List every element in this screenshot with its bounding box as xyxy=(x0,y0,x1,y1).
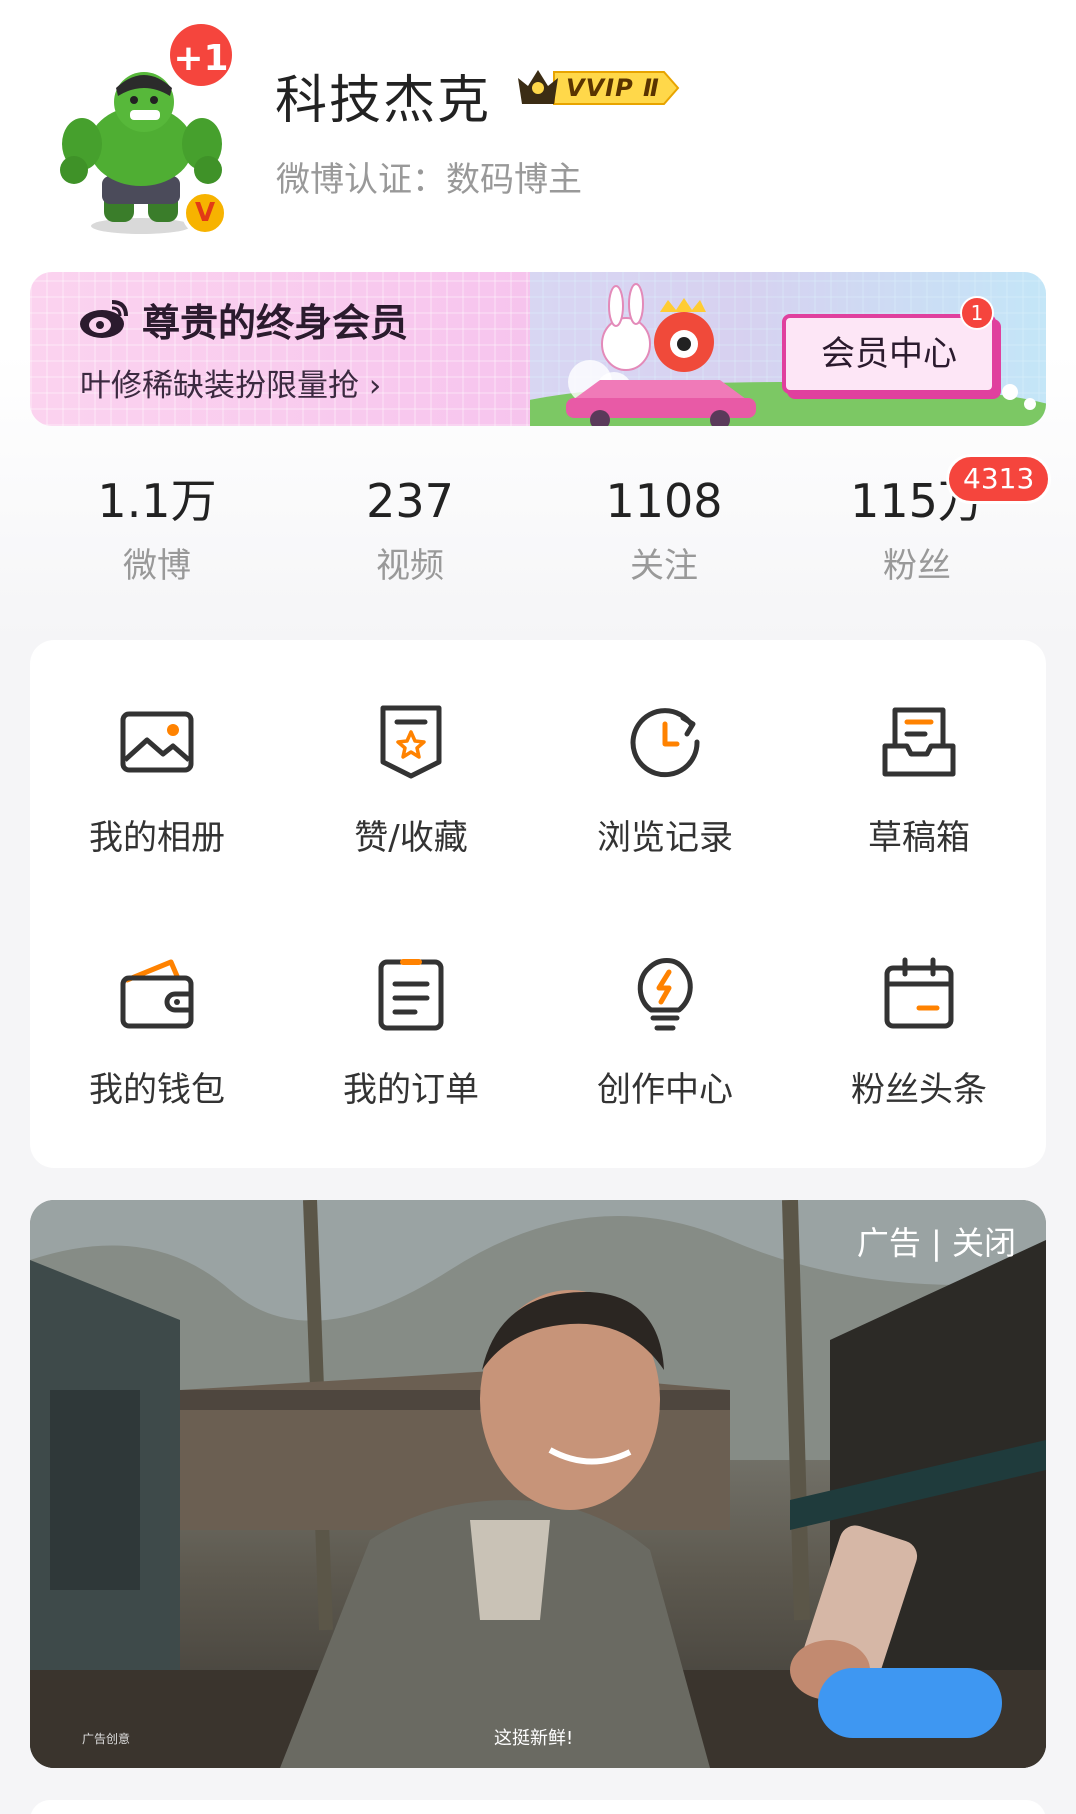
vvip-badge[interactable]: VVIP Ⅱ xyxy=(514,64,682,112)
member-center-badge: 1 xyxy=(960,296,994,330)
ad-close-button[interactable]: 广告 | 关闭 xyxy=(857,1218,1016,1264)
next-card-edge xyxy=(30,1800,1046,1814)
tool-label: 粉丝头条 xyxy=(851,1070,987,1110)
ad-caption: 这挺新鲜! xyxy=(494,1728,574,1749)
tool-history[interactable]: 浏览记录 xyxy=(538,640,792,860)
history-clock-icon xyxy=(625,702,705,782)
vvip-label: VVIP Ⅱ xyxy=(566,74,660,102)
username[interactable]: 科技杰克 xyxy=(275,58,491,133)
tool-my-album[interactable]: 我的相册 xyxy=(30,640,284,860)
stat-weibo[interactable]: 1.1万 微博 xyxy=(47,470,267,587)
tool-label: 草稿箱 xyxy=(868,818,970,858)
notification-badge[interactable]: +1 xyxy=(166,20,236,90)
member-center-button[interactable]: 会员中心 xyxy=(782,314,996,394)
tool-label: 赞/收藏 xyxy=(354,818,468,858)
member-banner[interactable]: 尊贵的终身会员 叶修稀缺装扮限量抢 › 会员中心 xyxy=(30,272,1046,426)
profile-header: +1 V 科技杰克 VVIP Ⅱ 微博认证：数码博主 xyxy=(0,0,1076,260)
tool-creator-center[interactable]: 创作中心 xyxy=(538,892,792,1112)
stat-label: 微博 xyxy=(123,546,191,586)
stat-label: 视频 xyxy=(376,546,444,586)
drafts-tray-icon xyxy=(879,702,959,782)
tool-label: 我的相册 xyxy=(89,818,225,858)
photo-album-icon xyxy=(117,702,197,782)
tool-drafts[interactable]: 草稿箱 xyxy=(792,640,1046,860)
weibo-logo-icon xyxy=(80,300,128,338)
banner-subtitle[interactable]: 叶修稀缺装扮限量抢 › xyxy=(80,360,381,405)
stat-value: 1.1万 xyxy=(97,474,217,528)
favorites-icon xyxy=(371,702,451,782)
verified-badge: V xyxy=(182,190,228,236)
stat-value: 1108 xyxy=(605,474,723,528)
verification-text: 微博认证：数码博主 xyxy=(276,160,582,200)
calendar-icon xyxy=(879,954,959,1034)
ad-card[interactable]: 广告 | 关闭 广告创意 这挺新鲜! xyxy=(30,1200,1046,1768)
banner-title: 尊贵的终身会员 xyxy=(142,301,409,345)
fans-count-badge: 4313 xyxy=(946,454,1052,504)
ad-tag: 广告创意 xyxy=(82,1732,131,1746)
stats-row: 1.1万 微博 237 视频 1108 关注 115万 粉丝 xyxy=(0,470,1076,600)
stat-label: 粉丝 xyxy=(883,546,951,586)
tool-favorites[interactable]: 赞/收藏 xyxy=(284,640,538,860)
tool-orders[interactable]: 我的订单 xyxy=(284,892,538,1112)
order-list-icon xyxy=(371,954,451,1034)
stat-value: 237 xyxy=(366,474,454,528)
tool-wallet[interactable]: 我的钱包 xyxy=(30,892,284,1112)
ad-action-button[interactable] xyxy=(818,1668,1002,1738)
tool-fans-headline[interactable]: 粉丝头条 xyxy=(792,892,1046,1112)
stat-following[interactable]: 1108 关注 xyxy=(554,470,774,587)
tool-label: 我的订单 xyxy=(343,1070,479,1110)
stat-videos[interactable]: 237 视频 xyxy=(300,470,520,587)
tool-label: 创作中心 xyxy=(597,1070,733,1110)
tool-label: 我的钱包 xyxy=(89,1070,225,1110)
tools-card: 我的相册 赞/收藏 浏览记录 草稿箱 我的钱包 我的订单 创作中心 粉丝头条 xyxy=(30,640,1046,1168)
tool-label: 浏览记录 xyxy=(597,818,733,858)
stat-label: 关注 xyxy=(630,546,698,586)
lightbulb-icon xyxy=(625,954,705,1034)
wallet-icon xyxy=(117,954,197,1034)
